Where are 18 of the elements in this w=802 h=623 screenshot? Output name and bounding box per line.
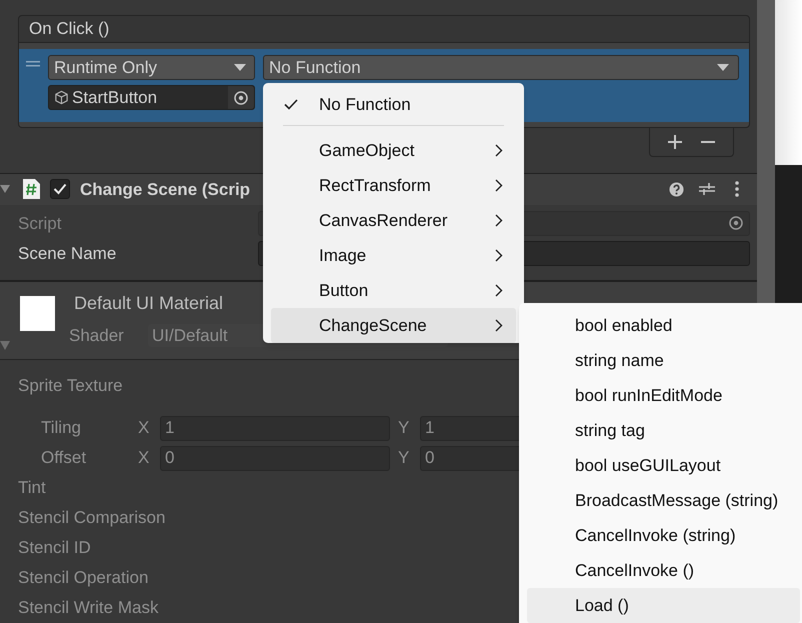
property-label: Tiling <box>41 417 82 440</box>
component-title: Change Scene (Scrip <box>80 178 250 201</box>
axis-label: Y <box>398 417 410 440</box>
property-label: Tint <box>18 477 46 500</box>
field-label: Script <box>18 212 62 235</box>
shader-label: Shader <box>69 324 125 347</box>
property-label: Stencil Comparison <box>18 507 166 530</box>
property-label: Sprite Texture <box>18 375 123 398</box>
property-label: Offset <box>41 447 88 470</box>
axis-label: Y <box>398 447 410 470</box>
axis-label: X <box>138 447 150 470</box>
property-label: Stencil ID <box>18 537 91 560</box>
axis-label: X <box>138 417 150 440</box>
event-title: On Click () <box>29 18 110 40</box>
property-label: Stencil Write Mask <box>18 597 158 620</box>
field-label: Scene Name <box>18 242 118 265</box>
property-label: Stencil Operation <box>18 567 148 590</box>
material-name: Default UI Material <box>74 292 224 315</box>
